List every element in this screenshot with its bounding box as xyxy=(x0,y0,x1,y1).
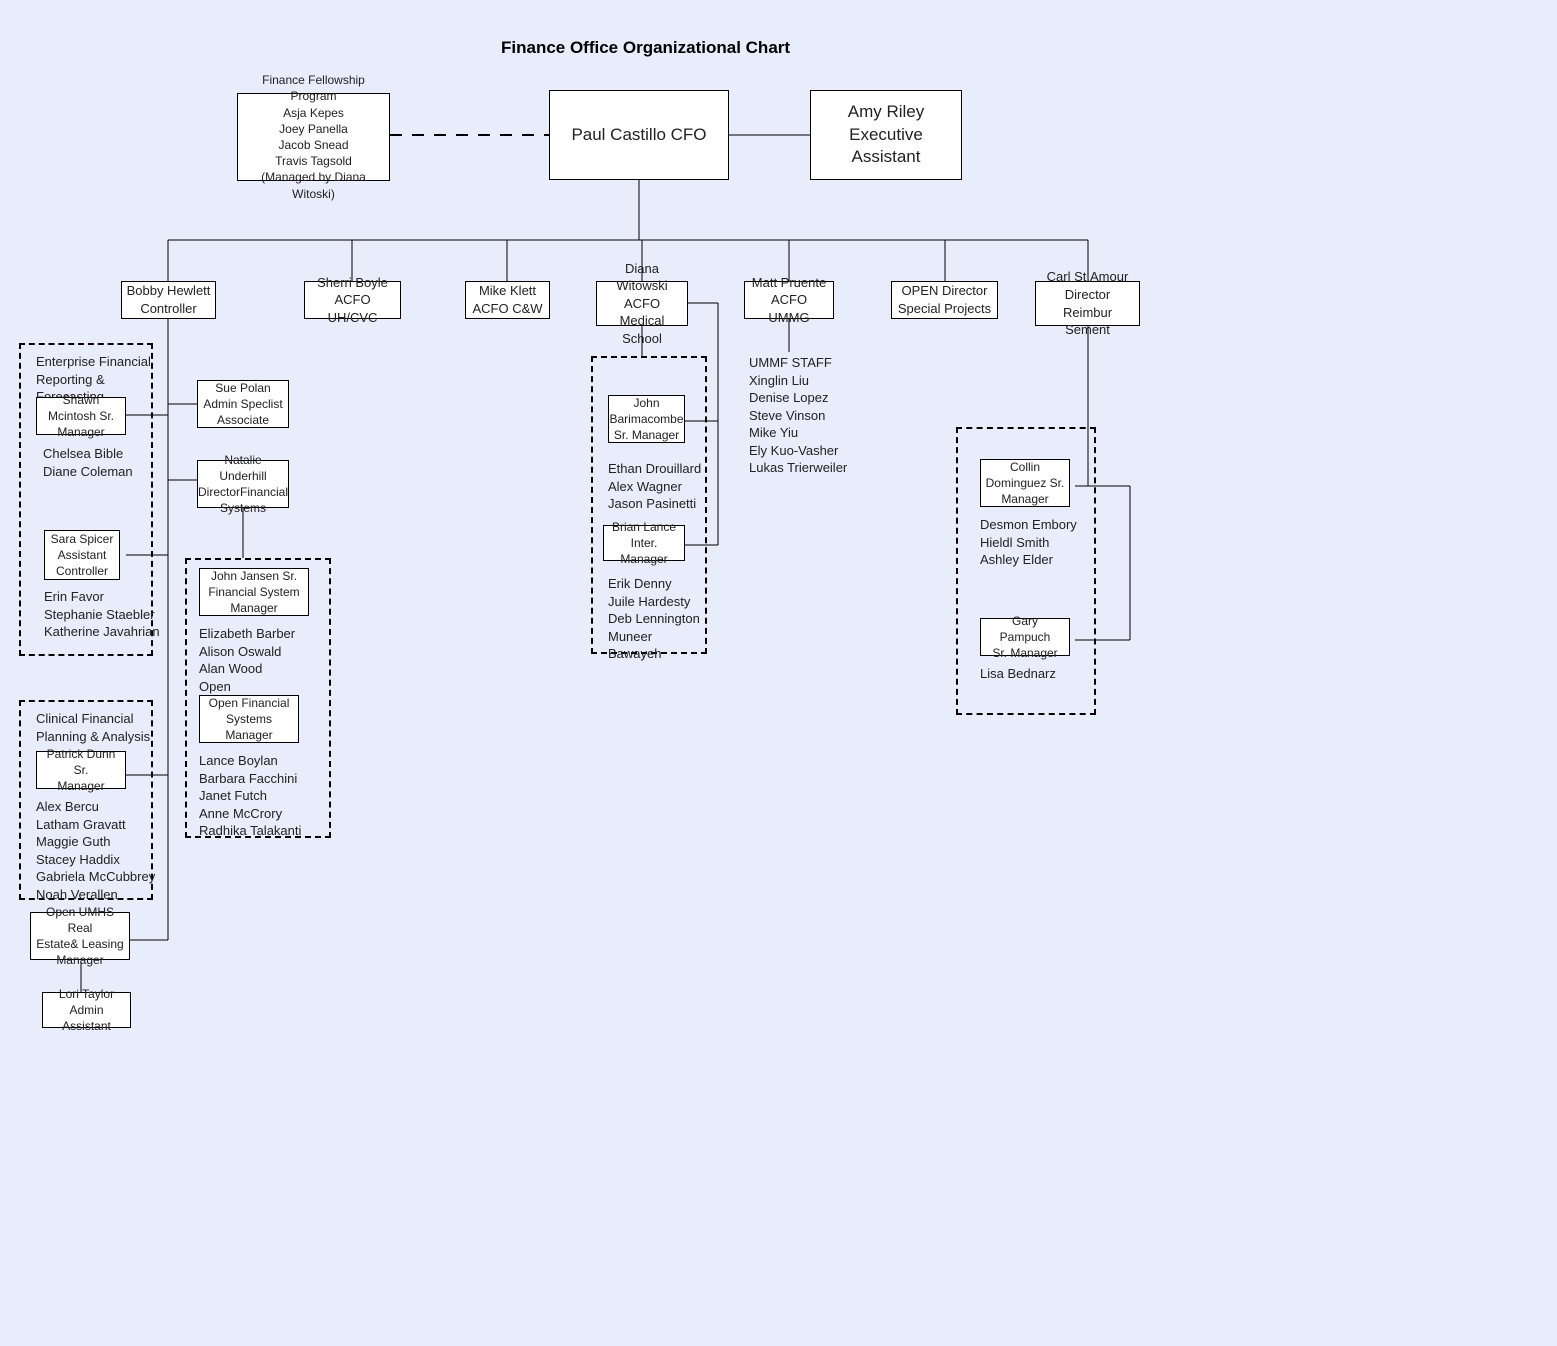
med-int-mgr-box: Brian LanceInter. Manager xyxy=(603,525,685,561)
med-int-staff: Erik DennyJuile HardestyDeb LenningtonMu… xyxy=(608,575,700,663)
cfpa-mgr-box: Patrick Dunn Sr.Manager xyxy=(36,751,126,789)
gp-staff: Lisa Bednarz xyxy=(980,665,1056,683)
cfpa-staff: Alex BercuLatham GravattMaggie GuthStace… xyxy=(36,798,155,903)
asst-controller-box: Sara SpicerAssistantController xyxy=(44,530,120,580)
sr-fs-mgr-box: John Jansen Sr.Financial SystemManager xyxy=(199,568,309,616)
open-fs-mgr-box: Open FinancialSystemsManager xyxy=(199,695,299,743)
cd-staff: Desmon EmboryHieldl SmithAshley Elder xyxy=(980,516,1077,569)
med-sr-mgr-box: JohnBarimacombeSr. Manager xyxy=(608,395,685,443)
exec-assistant-box: Amy Riley Executive Assistant xyxy=(810,90,962,180)
director-reimb-box: Carl St.AmourDirectorReimbur Sement xyxy=(1035,281,1140,326)
dir-fin-sys-box: Natalie UnderhillDirectorFinancialSystem… xyxy=(197,460,289,508)
cfpa-title: Clinical Financial Planning & Analysis xyxy=(36,710,150,745)
fellowship-title: Finance Fellowship Program xyxy=(242,72,385,104)
acfo-med-box: Diana WitowskiACFO MedicalSchool xyxy=(596,281,688,326)
efrf-mgr-box: Shawn Mcintosh Sr.Manager xyxy=(36,397,126,435)
re-leasing-mgr-box: Open UMHS RealEstate& LeasingManager xyxy=(30,912,130,960)
fellowship-box: Finance Fellowship Program Asja Kepes Jo… xyxy=(237,93,390,181)
cd-sr-mgr-box: CollinDominguez Sr.Manager xyxy=(980,459,1070,507)
sr-fs-staff: Elizabeth BarberAlison OswaldAlan WoodOp… xyxy=(199,625,295,695)
gp-sr-mgr-box: Gary PampuchSr. Manager xyxy=(980,618,1070,656)
chart-title: Finance Office Organizational Chart xyxy=(501,38,790,58)
admin-spec-box: Sue PolanAdmin SpeclistAssociate xyxy=(197,380,289,428)
ummf-staff: UMMF STAFFXinglin LiuDenise LopezSteve V… xyxy=(749,354,847,477)
admin-asst-box: Lori TaylorAdmin Assistant xyxy=(42,992,131,1028)
med-sr-staff: Ethan DrouillardAlex WagnerJason Pasinet… xyxy=(608,460,701,513)
org-chart-canvas: Finance Office Organizational Chart xyxy=(0,0,1557,1346)
controller-box: Bobby HewlettController xyxy=(121,281,216,319)
open-director-box: OPEN DirectorSpecial Projects xyxy=(891,281,998,319)
acfo-ummg-box: Matt PruenteACFO UMMG xyxy=(744,281,834,319)
asst-controller-staff: Erin FavorStephanie StaeblerKatherine Ja… xyxy=(44,588,160,641)
acfo-uh-box: Sherri BoyleACFO UH/CVC xyxy=(304,281,401,319)
acfo-cw-box: Mike KlettACFO C&W xyxy=(465,281,550,319)
open-fs-staff: Lance BoylanBarbara FacchiniJanet FutchA… xyxy=(199,752,301,840)
cfo-box: Paul Castillo CFO xyxy=(549,90,729,180)
efrf-staff: Chelsea BibleDiane Coleman xyxy=(43,445,133,480)
